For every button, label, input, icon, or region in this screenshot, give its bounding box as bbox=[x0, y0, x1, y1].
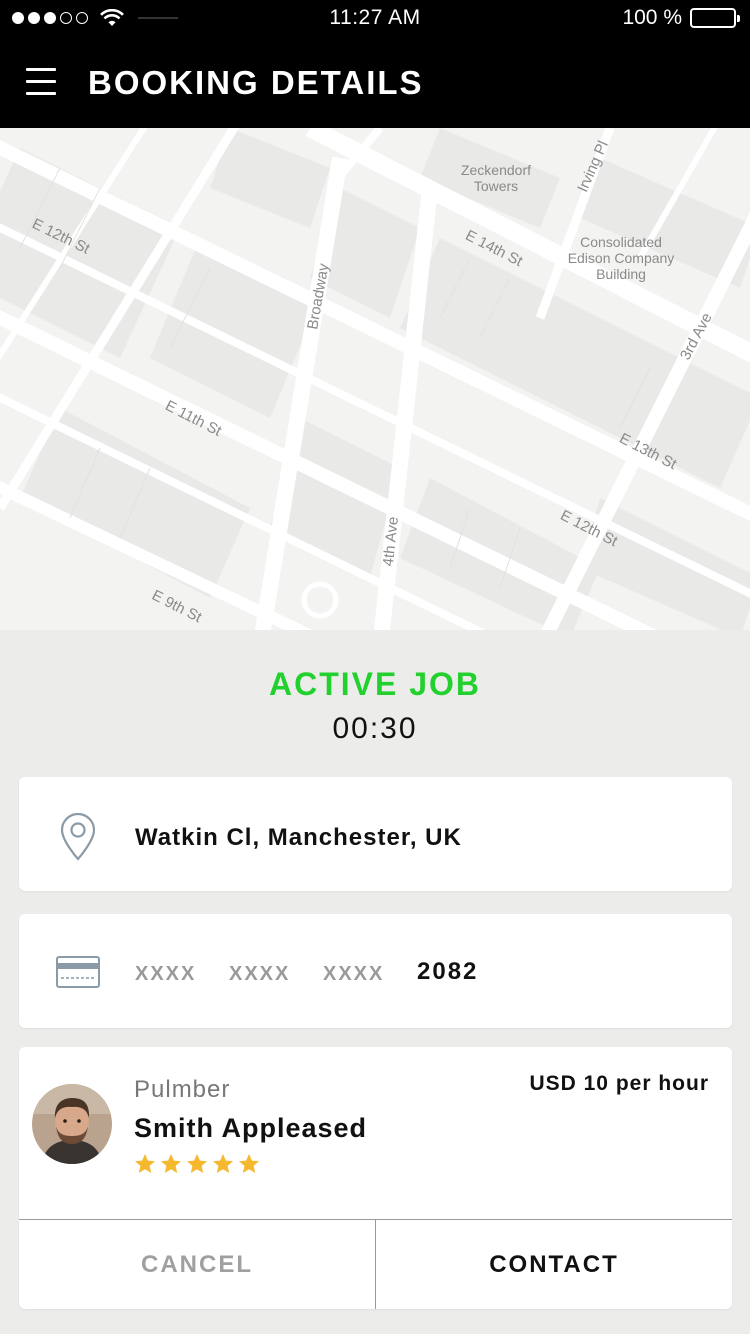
card-masked-group: XXXX bbox=[229, 963, 291, 985]
worker-profession: Pulmber bbox=[134, 1076, 231, 1103]
payment-card[interactable]: XXXX XXXX XXXX 2082 bbox=[19, 914, 732, 1028]
hourly-rate: USD 10 per hour bbox=[529, 1072, 709, 1095]
worker-name: Smith Appleased bbox=[134, 1113, 368, 1143]
cancel-button[interactable]: CANCEL bbox=[19, 1220, 375, 1309]
poi-label: Zeckendorf Towers bbox=[460, 162, 532, 194]
map-view[interactable]: E 12th St E 14th St Broadway Irving Pl E… bbox=[0, 128, 750, 630]
address-text: Watkin Cl, Manchester, UK bbox=[135, 824, 462, 851]
status-bar: 11:27 AM 100 % bbox=[0, 0, 750, 38]
worker-card: Pulmber Smith Appleased USD 10 per hour … bbox=[19, 1047, 732, 1309]
credit-card-icon bbox=[56, 956, 100, 988]
card-masked-group: XXXX bbox=[135, 963, 197, 985]
contact-button[interactable]: CONTACT bbox=[376, 1220, 732, 1309]
star-icon bbox=[187, 1154, 207, 1173]
star-icon bbox=[161, 1154, 181, 1173]
hamburger-menu-icon[interactable] bbox=[26, 68, 56, 98]
avatar[interactable] bbox=[32, 1084, 112, 1164]
map-streets bbox=[0, 128, 750, 630]
battery-percent: 100 % bbox=[622, 6, 682, 29]
address-card[interactable]: Watkin Cl, Manchester, UK bbox=[19, 777, 732, 891]
app-header: BOOKING DETAILS bbox=[0, 38, 750, 128]
page-title: BOOKING DETAILS bbox=[88, 64, 424, 101]
avatar-image bbox=[32, 1084, 112, 1164]
job-timer: 00:30 bbox=[332, 712, 418, 745]
job-status: ACTIVE JOB bbox=[268, 666, 482, 702]
star-icon bbox=[213, 1154, 233, 1173]
poi-label: Consolidated Edison Company Building bbox=[567, 234, 675, 282]
star-icon bbox=[239, 1154, 259, 1173]
card-masked-group: XXXX bbox=[323, 963, 385, 985]
location-pin-icon bbox=[60, 813, 96, 861]
battery-icon bbox=[690, 8, 740, 28]
card-last-four: 2082 bbox=[417, 958, 479, 985]
rating-stars bbox=[134, 1153, 260, 1174]
battery-indicator: 100 % bbox=[622, 6, 740, 30]
star-icon bbox=[135, 1154, 155, 1173]
